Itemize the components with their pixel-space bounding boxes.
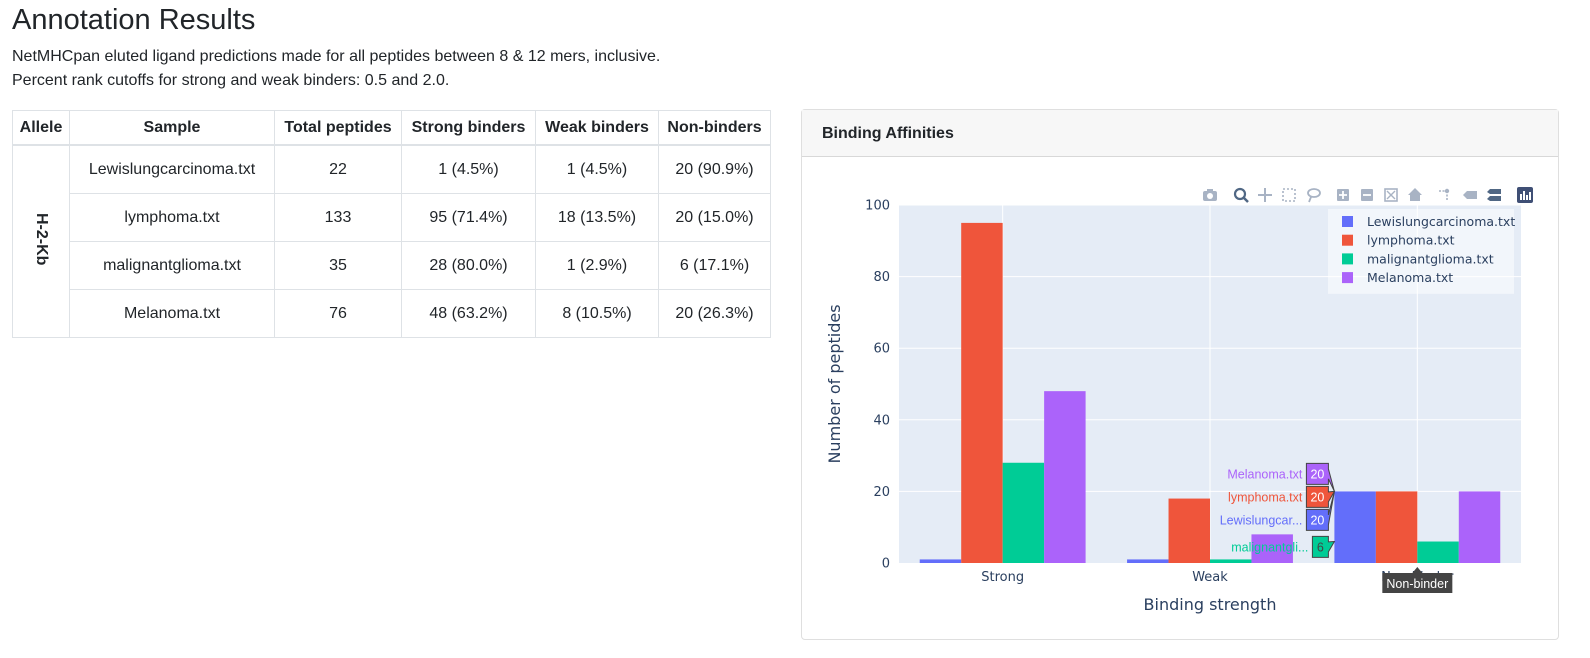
hover-label: 6 malignantgli... [1231, 535, 1336, 558]
weak-cell: 1 (4.5%) [535, 144, 659, 194]
header-total-peptides: Total peptides [274, 110, 402, 146]
sample-cell: Melanoma.txt [69, 289, 275, 338]
bar-strong-1[interactable] [961, 222, 1003, 563]
hover-series-name: Lewislungcar... [1220, 513, 1303, 527]
bar-strong-2[interactable] [1002, 462, 1045, 563]
pan-icon[interactable] [1258, 188, 1272, 202]
legend-swatch [1342, 253, 1353, 265]
table-row: lymphoma.txt 133 95 (71.4%) 18 (13.5%) 2… [13, 193, 771, 242]
sample-cell: lymphoma.txt [69, 193, 275, 242]
plotly-logo-icon[interactable] [1517, 187, 1533, 203]
legend-label: Lewislungcarcinoma.txt [1367, 214, 1515, 229]
hover-series-name: malignantgli... [1231, 540, 1308, 554]
header-sample: Sample [69, 110, 275, 146]
table-header-row: Allele Sample Total peptides Strong bind… [12, 110, 771, 146]
description-line-1: NetMHCpan eluted ligand predictions made… [12, 48, 661, 65]
x-axis-title: Binding strength [1144, 595, 1277, 614]
bar-strong-0[interactable] [919, 559, 962, 563]
legend-swatch [1342, 216, 1353, 227]
strong-cell: 95 (71.4%) [401, 193, 536, 242]
autoscale-icon[interactable] [1384, 188, 1398, 202]
legend[interactable]: Lewislungcarcinoma.txt lymphoma.txt malign… [1328, 209, 1515, 294]
strong-cell: 48 (63.2%) [401, 289, 536, 338]
bar-weak-0[interactable] [1127, 559, 1169, 563]
hover-value: 20 [1310, 513, 1324, 527]
bar-non-binder-1[interactable] [1375, 491, 1418, 563]
results-table: Allele Sample Total peptides Strong bind… [12, 110, 771, 338]
legend-label: malignantglioma.txt [1367, 251, 1494, 266]
hover-label: 20 lymphoma.txt [1228, 485, 1336, 508]
sample-cell: Lewislungcarcinoma.txt [69, 144, 275, 194]
camera-icon[interactable] [1203, 189, 1217, 201]
weak-cell: 1 (2.9%) [535, 241, 659, 290]
page-title: Annotation Results [12, 4, 256, 36]
hover-compare-icon[interactable] [1487, 189, 1501, 201]
bar-non-binder-3[interactable] [1458, 491, 1501, 563]
header-non-binders: Non-binders [658, 110, 771, 146]
hover-value: 6 [1317, 540, 1324, 554]
bar-strong-3[interactable] [1044, 391, 1086, 563]
non-cell: 6 (17.1%) [658, 241, 771, 290]
zoom-icon[interactable] [1233, 187, 1249, 203]
header-allele: Allele [12, 110, 70, 146]
y-tick-label: 100 [865, 199, 890, 214]
legend-item[interactable]: Lewislungcarcinoma.txt [1342, 214, 1515, 229]
reset-axes-icon[interactable] [1408, 188, 1422, 201]
x-tick-label: Strong [981, 570, 1024, 585]
hover-value: 20 [1310, 467, 1324, 481]
y-axis-title: Number of peptides [825, 304, 844, 463]
total-cell: 35 [274, 241, 402, 290]
box-select-icon[interactable] [1282, 188, 1296, 202]
weak-cell: 18 (13.5%) [535, 193, 659, 242]
binding-affinities-chart[interactable]: 020406080100StrongWeakNon-binderBinding … [802, 110, 1558, 639]
allele-label: H-2-Kb [33, 212, 50, 266]
bar-weak-2[interactable] [1210, 559, 1252, 563]
zoom-out-icon[interactable] [1361, 189, 1373, 201]
y-tick-label: 40 [873, 413, 890, 428]
hover-value: 20 [1310, 490, 1324, 504]
header-strong-binders: Strong binders [401, 110, 536, 146]
allele-cell: H-2-Kb [12, 144, 70, 338]
table-row: malignantglioma.txt 35 28 (80.0%) 1 (2.9… [13, 241, 771, 290]
hover-closest-icon[interactable] [1463, 191, 1477, 199]
y-tick-label: 80 [873, 270, 890, 285]
bar-non-binder-2[interactable] [1417, 541, 1459, 563]
total-cell: 133 [274, 193, 402, 242]
non-cell: 20 (90.9%) [658, 144, 771, 194]
table-row: H-2-Kb Lewislungcarcinoma.txt 22 1 (4.5%… [12, 144, 771, 338]
bar-non-binder-0[interactable] [1334, 491, 1376, 563]
binding-affinities-card: Binding Affinities 0 20 40 60 80 100 Strong Wea… [801, 109, 1559, 640]
y-tick-label: 60 [873, 342, 890, 357]
hover-category-text: Non-binder [1386, 577, 1448, 591]
weak-cell: 8 (10.5%) [535, 289, 659, 338]
hover-series-name: Melanoma.txt [1227, 467, 1303, 481]
legend-label: Melanoma.txt [1367, 270, 1453, 285]
y-tick-label: 0 [882, 557, 890, 572]
lasso-icon[interactable] [1307, 188, 1321, 203]
header-weak-binders: Weak binders [535, 110, 659, 146]
bar-weak-1[interactable] [1168, 498, 1210, 563]
total-cell: 76 [274, 289, 402, 338]
y-tick-label: 20 [873, 485, 890, 500]
non-cell: 20 (15.0%) [658, 193, 771, 242]
hover-series-name: lymphoma.txt [1228, 490, 1303, 504]
legend-swatch [1342, 234, 1353, 246]
zoom-in-icon[interactable] [1337, 189, 1349, 201]
sample-cell: malignantglioma.txt [69, 241, 275, 290]
spike-lines-icon[interactable] [1439, 188, 1450, 201]
total-cell: 22 [274, 144, 402, 194]
x-tick-label: Weak [1192, 570, 1228, 585]
strong-cell: 28 (80.0%) [401, 241, 536, 290]
description-line-2: Percent rank cutoffs for strong and weak… [12, 72, 450, 89]
non-cell: 20 (26.3%) [658, 289, 771, 338]
strong-cell: 1 (4.5%) [401, 144, 536, 194]
modebar[interactable] [1203, 187, 1533, 203]
table-row: Melanoma.txt 76 48 (63.2%) 8 (10.5%) 20 … [13, 289, 771, 338]
legend-swatch [1342, 272, 1353, 284]
legend-label: lymphoma.txt [1367, 233, 1455, 248]
